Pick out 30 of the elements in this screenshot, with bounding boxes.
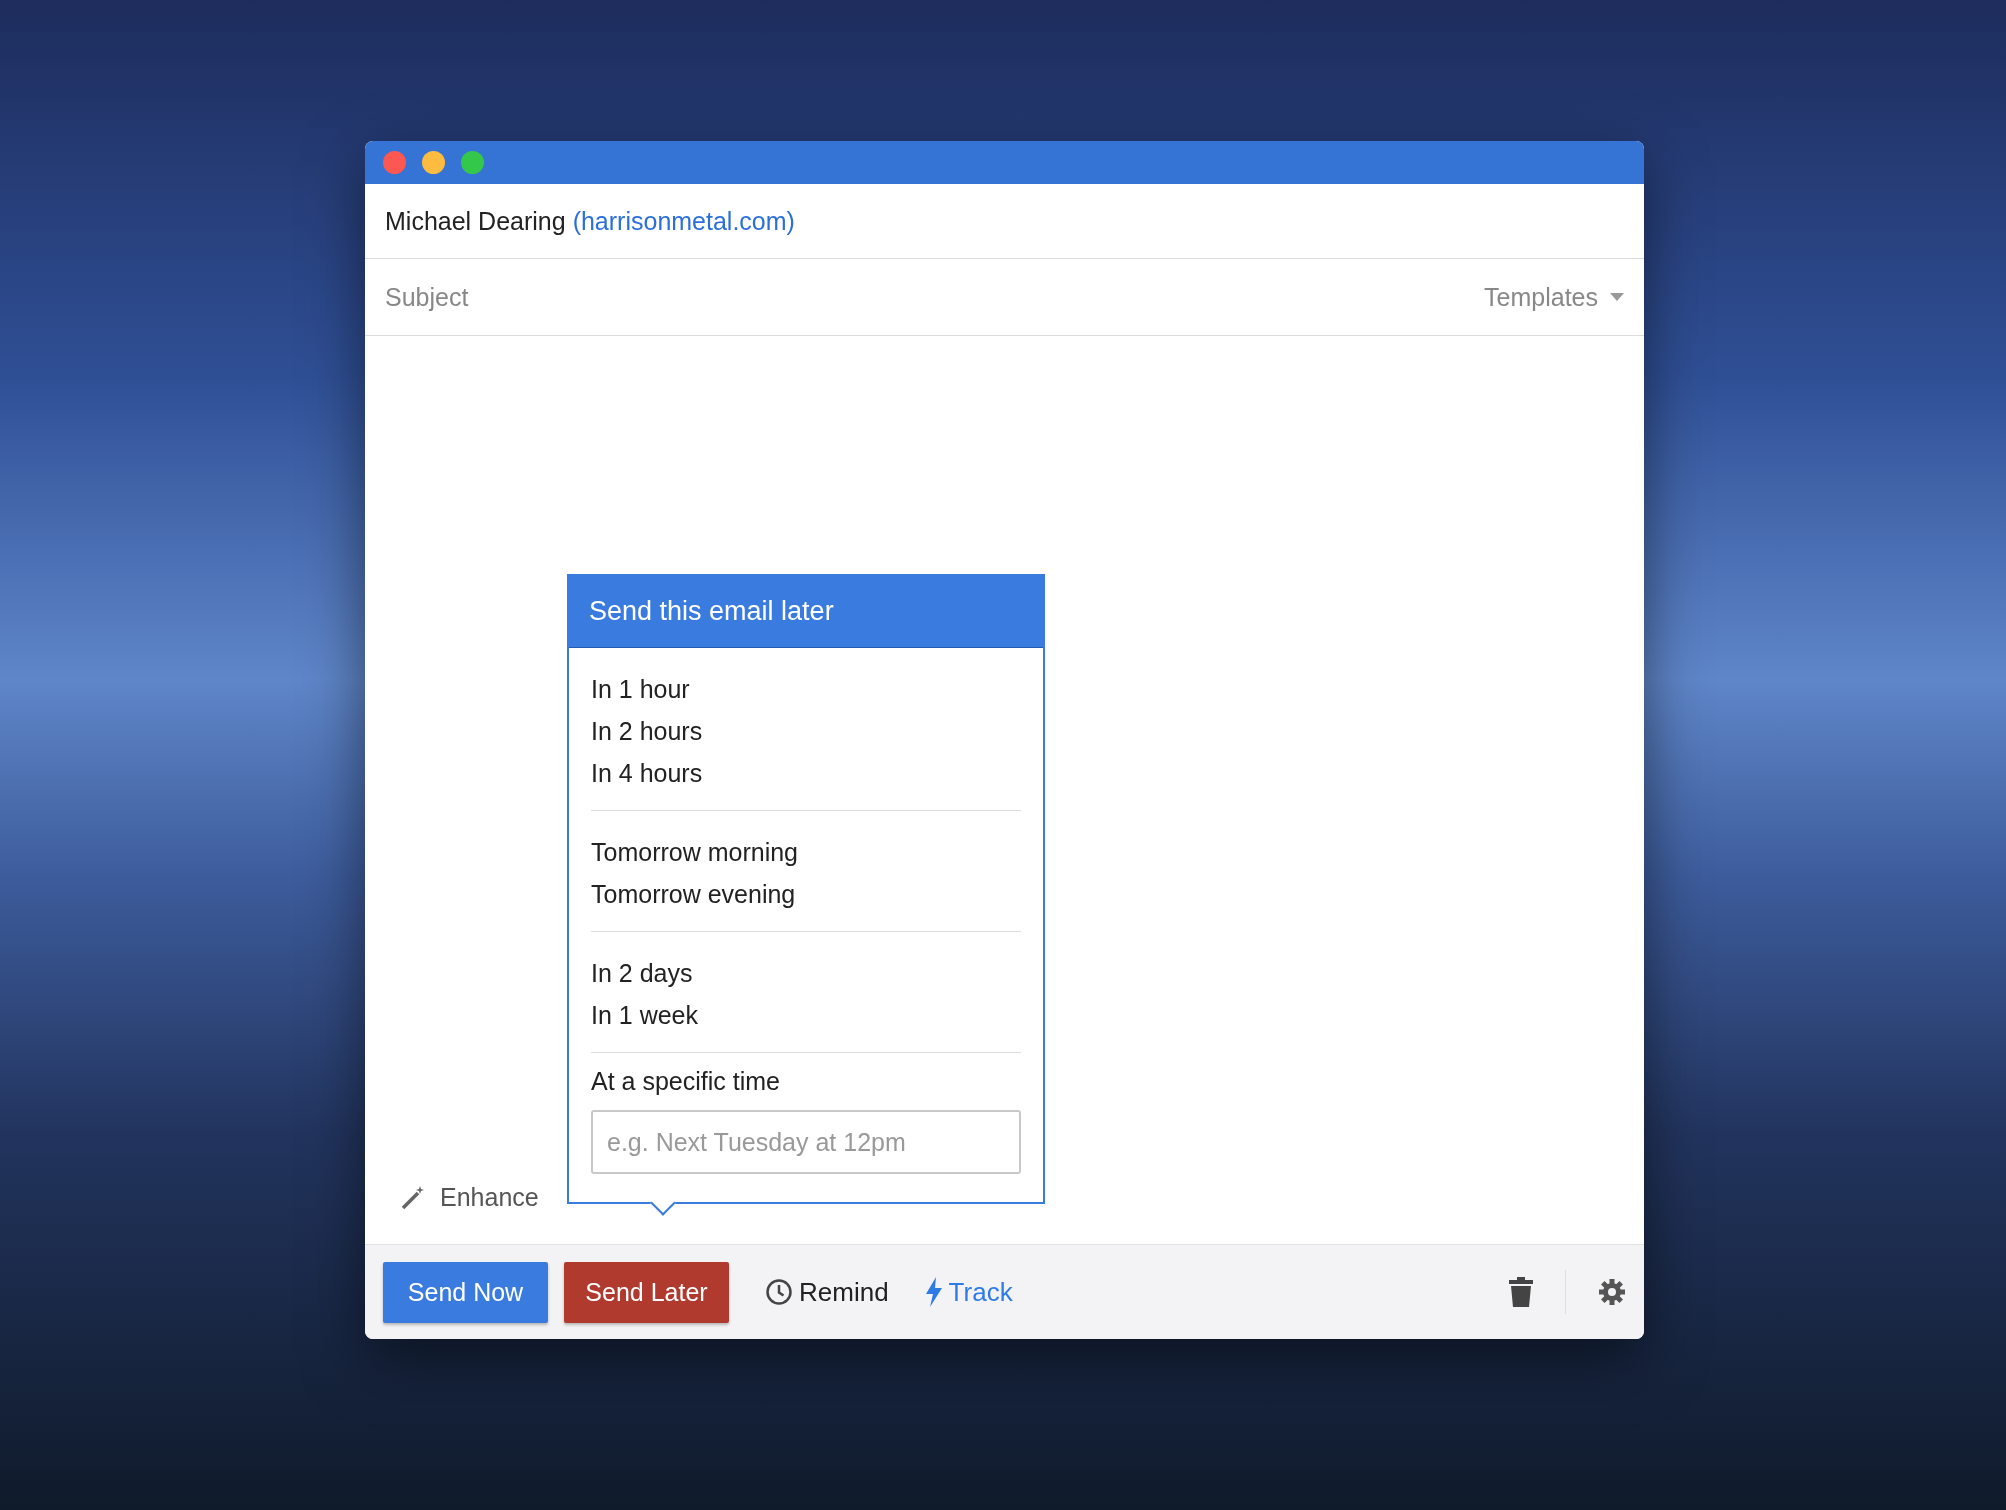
lightning-icon (924, 1277, 943, 1307)
menu-item[interactable]: Tomorrow morning (591, 831, 1021, 873)
specific-time-label: At a specific time (591, 1066, 781, 1097)
recipient-name: Michael Dearing (385, 206, 566, 236)
recipient-domain: (harrisonmetal.com) (572, 206, 795, 236)
subject-field[interactable]: Subject (385, 282, 469, 312)
menu-item[interactable]: In 4 hours (591, 752, 1021, 794)
clock-icon (765, 1278, 793, 1306)
time-input-field[interactable]: e.g. Next Tuesday at 12pm (591, 1110, 1021, 1174)
menu-item[interactable]: In 2 hours (591, 710, 1021, 752)
caret-icon (1610, 293, 1624, 301)
zoom-button[interactable] (461, 151, 484, 174)
remind-button[interactable]: Remind (765, 1276, 889, 1308)
magic-wand-icon (400, 1184, 426, 1211)
send-later-button[interactable]: Send Later (564, 1261, 729, 1323)
track-button[interactable]: Track (924, 1276, 1013, 1308)
settings-button[interactable] (1598, 1278, 1626, 1306)
trash-button[interactable] (1508, 1277, 1533, 1307)
menu-item[interactable]: Tomorrow evening (591, 873, 1021, 915)
minimize-button[interactable] (422, 151, 445, 174)
menu-item[interactable]: In 1 week (591, 994, 1021, 1036)
trash-icon (1508, 1277, 1533, 1307)
close-button[interactable] (383, 151, 406, 174)
menu-item[interactable]: In 1 hour (591, 668, 1021, 710)
templates-dropdown[interactable]: Templates (1484, 282, 1624, 312)
popup-title: Send this email later (569, 576, 1043, 648)
send-now-button[interactable]: Send Now (383, 1261, 548, 1323)
enhance-button[interactable]: Enhance (400, 1183, 539, 1212)
settings-icon (1598, 1278, 1626, 1306)
menu-item[interactable]: In 2 days (591, 952, 1021, 994)
